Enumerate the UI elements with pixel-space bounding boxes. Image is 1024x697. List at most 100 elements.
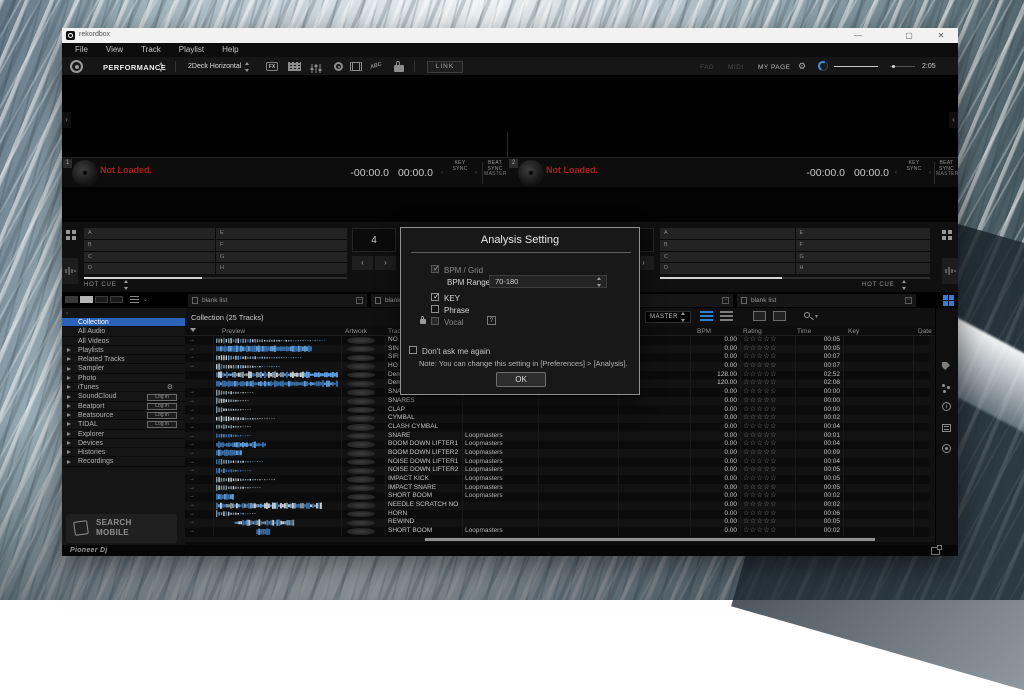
vocal-checkbox[interactable] <box>431 317 439 325</box>
sidebar-item-all-videos[interactable]: All Videos <box>62 337 185 346</box>
load-arrow-icon[interactable]: → <box>189 362 195 371</box>
expand-triangle-icon[interactable] <box>67 450 71 454</box>
table-row[interactable]: →CLASH CYMBAL0.00☆☆☆☆☆00:04 <box>185 423 935 432</box>
hot-cue-pad-h[interactable]: H <box>796 263 931 274</box>
table-row[interactable]: →BOOM DOWN LIFTER2Loopmasters0.00☆☆☆☆☆00… <box>185 449 935 458</box>
expand-triangle-icon[interactable] <box>67 367 71 371</box>
sidebar-item-explorer[interactable]: Explorer <box>62 430 185 439</box>
menu-help[interactable]: Help <box>213 43 247 57</box>
deck2-pad-mode-icon[interactable] <box>942 230 952 240</box>
sidebar-view-btn-1[interactable] <box>65 296 78 303</box>
expand-triangle-icon[interactable] <box>67 460 71 464</box>
sidebar-item-related-tracks[interactable]: Related Tracks <box>62 355 185 364</box>
hot-cue-pad-d[interactable]: D <box>84 263 215 274</box>
track-rating[interactable]: ☆☆☆☆☆ <box>743 406 777 415</box>
deck1-cue-scrollbar[interactable] <box>84 277 347 279</box>
sidebar-item-all-audio[interactable]: All Audio <box>62 327 185 336</box>
table-row[interactable]: →IMPACT SNARELoopmasters0.00☆☆☆☆☆00:05 <box>185 484 935 493</box>
track-rating[interactable]: ☆☆☆☆☆ <box>743 449 777 458</box>
sidebar-expand-icon[interactable]: › <box>66 311 68 317</box>
maximize-button[interactable]: ▢ <box>895 28 923 43</box>
sidebar-item-playlists[interactable]: Playlists <box>62 346 185 355</box>
table-row[interactable]: →NOISE DOWN LIFTER2Loopmasters0.00☆☆☆☆☆0… <box>185 466 935 475</box>
deck1-beat-sync[interactable]: BEATSYNCMASTER <box>484 161 506 178</box>
hot-cue-pad-b[interactable]: B <box>84 240 215 251</box>
table-row[interactable]: →SHORT BOOMLoopmasters0.00☆☆☆☆☆00:02 <box>185 527 935 536</box>
expand-triangle-icon[interactable] <box>67 404 71 408</box>
track-rating[interactable]: ☆☆☆☆☆ <box>743 336 777 345</box>
expand-triangle-icon[interactable] <box>67 395 71 399</box>
track-rating[interactable]: ☆☆☆☆☆ <box>743 518 777 527</box>
deck2-hot-cue-spinner[interactable] <box>902 280 908 290</box>
track-rating[interactable]: ☆☆☆☆☆ <box>743 388 777 397</box>
deck1-pad-mode-icon[interactable] <box>66 230 76 240</box>
sidebar-item-itunes[interactable]: iTunes⚙ <box>62 383 185 392</box>
log-in-button[interactable]: Log in <box>147 412 177 419</box>
deck1-pad-prev[interactable]: ‹ <box>352 256 373 270</box>
hot-cue-pad-f[interactable]: F <box>796 240 931 251</box>
load-arrow-icon[interactable]: → <box>189 449 195 458</box>
table-row[interactable]: →SHORT BOOMLoopmasters0.00☆☆☆☆☆00:02 <box>185 492 935 501</box>
layout-spinner-icon[interactable] <box>245 62 251 72</box>
tab-minimize-icon[interactable]: − <box>722 297 729 304</box>
right-panel-expander[interactable]: ‹ <box>949 112 958 128</box>
track-rating[interactable]: ☆☆☆☆☆ <box>743 432 777 441</box>
table-row[interactable]: →SNARELoopmasters0.00☆☆☆☆☆00:01 <box>185 432 935 441</box>
ok-button[interactable]: OK <box>496 372 546 387</box>
expand-triangle-icon[interactable] <box>67 441 71 445</box>
col-rating[interactable]: Rating <box>743 328 762 335</box>
track-rating[interactable]: ☆☆☆☆☆ <box>743 414 777 423</box>
tab-minimize-icon[interactable]: − <box>356 297 363 304</box>
video-icon[interactable] <box>350 62 362 71</box>
track-rating[interactable]: ☆☆☆☆☆ <box>743 501 777 510</box>
panel-view-icon[interactable] <box>773 311 786 321</box>
track-rating[interactable]: ☆☆☆☆☆ <box>743 492 777 501</box>
deck2-beat-sync[interactable]: BEATSYNCMASTER <box>936 161 957 178</box>
sidebar-view-btn-2[interactable] <box>80 296 93 303</box>
hot-cue-pad-d[interactable]: D <box>660 263 795 274</box>
table-row[interactable]: →REWIND0.00☆☆☆☆☆00:05 <box>185 518 935 527</box>
track-rating[interactable]: ☆☆☆☆☆ <box>743 353 777 362</box>
hot-cue-pad-f[interactable]: F <box>216 240 347 251</box>
load-arrow-icon[interactable]: → <box>189 345 195 354</box>
table-row[interactable]: →BOOM DOWN LIFTER1Loopmasters0.00☆☆☆☆☆00… <box>185 440 935 449</box>
sidebar-list-icon[interactable] <box>130 296 139 303</box>
hot-cue-pad-h[interactable]: H <box>216 263 347 274</box>
list-view-icon-active[interactable] <box>700 311 713 321</box>
col-time[interactable]: Time <box>797 328 811 335</box>
close-button[interactable]: ✕ <box>927 28 955 43</box>
record-icon[interactable] <box>334 62 343 71</box>
hot-cue-pad-e[interactable]: E <box>796 228 931 239</box>
cd-icon[interactable] <box>942 444 951 453</box>
sidebar-view-btn-3[interactable] <box>95 296 108 303</box>
bpm-range-select[interactable]: 70-180 <box>489 275 607 288</box>
export-window-icon[interactable] <box>931 547 940 555</box>
headphone-knob-icon[interactable] <box>818 61 828 71</box>
expand-triangle-icon[interactable] <box>67 348 71 352</box>
load-arrow-icon[interactable]: → <box>189 458 195 467</box>
sidebar-item-collection[interactable]: Collection <box>62 318 185 327</box>
menu-playlist[interactable]: Playlist <box>170 43 213 57</box>
left-panel-expander[interactable]: › <box>62 112 71 128</box>
log-in-button[interactable]: Log in <box>147 403 177 410</box>
search-dropdown-icon[interactable]: ▾ <box>815 313 818 320</box>
load-arrow-icon[interactable]: → <box>189 432 195 441</box>
hot-cue-pad-a[interactable]: A <box>84 228 215 239</box>
tag-icon[interactable] <box>942 362 950 370</box>
sidebar-item-beatsource[interactable]: BeatsourceLog in <box>62 411 185 420</box>
table-row[interactable]: →NOISE DOWN LIFTER1Loopmasters0.00☆☆☆☆☆0… <box>185 458 935 467</box>
table-row[interactable]: →HORN0.00☆☆☆☆☆00:06 <box>185 510 935 519</box>
quantize-grid-icon[interactable] <box>288 62 301 71</box>
deck1-pad-next[interactable]: › <box>375 256 396 270</box>
sidebar-item-recordings[interactable]: Recordings <box>62 457 185 466</box>
minimize-button[interactable]: — <box>844 28 872 43</box>
load-arrow-icon[interactable]: → <box>189 423 195 432</box>
mode-select[interactable]: PERFORMANCE <box>103 63 166 72</box>
mode-spinner-icon[interactable] <box>159 62 165 72</box>
layout-select[interactable]: 2Deck Horizontal <box>188 63 241 70</box>
tab-minimize-icon[interactable]: − <box>905 297 912 304</box>
track-rating[interactable]: ☆☆☆☆☆ <box>743 379 777 388</box>
track-rating[interactable]: ☆☆☆☆☆ <box>743 423 777 432</box>
col-key[interactable]: Key <box>848 328 859 335</box>
track-rating[interactable]: ☆☆☆☆☆ <box>743 397 777 406</box>
